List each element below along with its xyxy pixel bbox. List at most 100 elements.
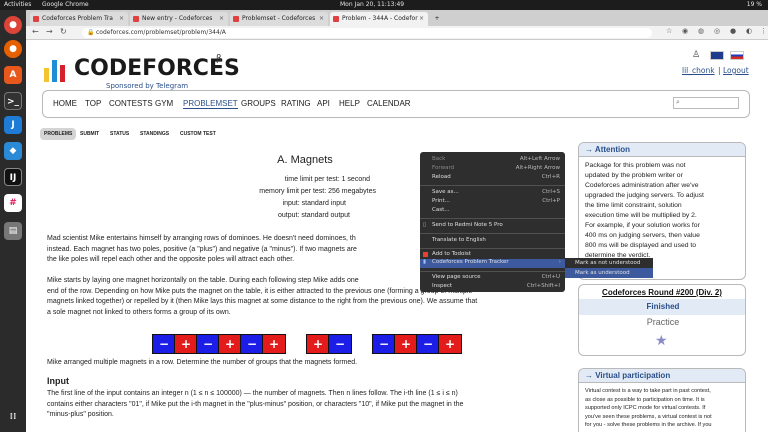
subnav-standings[interactable]: STANDINGS — [140, 128, 169, 140]
menu-home[interactable]: HOME — [53, 99, 77, 108]
round-title-link[interactable]: Codeforces Round #200 (Div. 2) — [579, 285, 745, 297]
tab-problem-344a[interactable]: Problem - 344A - Codefor × — [330, 12, 428, 26]
menu-problemset[interactable]: PROBLEMSET — [183, 99, 238, 109]
text-line: contains either characters "01", if Mike… — [47, 400, 464, 408]
menu-item-codeforces-tracker[interactable]: ▮ Codeforces Problem Tracker › — [420, 259, 565, 268]
close-icon[interactable]: × — [419, 12, 424, 26]
submenu-mark-not-understood[interactable]: Mark as not understood — [565, 258, 653, 268]
menu-groups[interactable]: GROUPS — [241, 99, 276, 108]
username-link[interactable]: lil_chonk — [682, 66, 715, 75]
search-icon: ⌕ — [676, 98, 680, 106]
extension-icon[interactable]: ● — [730, 27, 736, 35]
menu-item-forward[interactable]: Forward Alt+Right Arrow — [432, 165, 560, 171]
menu-top[interactable]: TOP — [85, 99, 101, 108]
menu-item-cast[interactable]: Cast... — [432, 207, 560, 213]
active-app-label[interactable]: Google Chrome — [42, 0, 89, 10]
tab-new-entry[interactable]: New entry - Codeforces × — [130, 12, 228, 26]
logo-wordmark: CODEFORCES — [74, 56, 240, 81]
intellij-icon[interactable]: IJ — [4, 168, 22, 186]
terminal-icon[interactable]: >_ — [4, 92, 22, 110]
text-line: updated by the problem writer or — [585, 172, 683, 179]
menu-contests[interactable]: CONTESTS — [109, 99, 153, 108]
menu-item-reload[interactable]: Reload Ctrl+R — [432, 174, 560, 180]
menu-label: Add to Todoist — [432, 251, 471, 257]
menu-item-back[interactable]: Back Alt+Left Arrow — [432, 156, 560, 162]
close-icon[interactable]: × — [219, 12, 224, 26]
extension-icon[interactable]: ◎ — [714, 27, 720, 35]
new-tab-button[interactable]: + — [430, 12, 444, 26]
attention-body: Package for this problem was not updated… — [579, 157, 745, 265]
practice-link[interactable]: Practice — [579, 317, 745, 327]
submenu-mark-understood[interactable]: Mark as understood — [565, 268, 653, 278]
subnav-custom-test[interactable]: CUSTOM TEST — [180, 128, 216, 140]
text-line: execution time will be multiplied by 2. — [585, 212, 697, 219]
files-icon[interactable]: ▤ — [4, 222, 22, 240]
battery-indicator[interactable]: 19 % — [747, 0, 762, 10]
dock: ● ● A >_ J ◆ IJ # ▤ ⁞⁞ — [0, 10, 26, 432]
todoist-icon — [423, 252, 428, 257]
jupyter-icon[interactable]: J — [4, 116, 22, 134]
search-input[interactable]: ⌕ — [673, 97, 739, 109]
menu-help[interactable]: HELP — [339, 99, 360, 108]
user-avatar-icon[interactable]: ♙ — [692, 50, 700, 60]
english-flag-icon[interactable] — [710, 51, 724, 60]
menu-label: Forward — [432, 165, 455, 171]
magnet-minus-pole: − — [372, 334, 396, 354]
subnav-problems[interactable]: PROBLEMS — [40, 128, 77, 140]
apps-grid-icon[interactable]: ⁞⁞ — [4, 408, 22, 426]
menu-gym[interactable]: GYM — [155, 99, 173, 108]
input-spec: input: standard input — [282, 200, 346, 207]
menu-item-translate[interactable]: Translate to English — [432, 237, 560, 243]
back-icon[interactable]: ← — [32, 27, 39, 36]
star-icon[interactable]: ★ — [655, 333, 668, 349]
tab-label: Problemset - Codeforces — [242, 15, 316, 22]
subnav-submit[interactable]: SUBMIT — [80, 128, 99, 140]
address-toolbar: ← → ↻ 🔒 codeforces.com/problemset/problem… — [26, 26, 768, 40]
tab-problemset[interactable]: Problemset - Codeforces × — [230, 12, 328, 26]
subnav-status[interactable]: STATUS — [110, 128, 129, 140]
text-line: Package for this problem was not — [585, 162, 686, 169]
magnet-plus-pole: + — [262, 334, 286, 354]
extension-icon[interactable]: ◍ — [698, 27, 704, 35]
menu-calendar[interactable]: CALENDAR — [367, 99, 411, 108]
chrome-icon[interactable]: ● — [4, 16, 22, 34]
text-line: for you - solve these problems in the ar… — [585, 422, 712, 428]
text-line: you've seen these problems, a virtual co… — [585, 413, 712, 420]
menu-rating[interactable]: RATING — [281, 99, 311, 108]
tab-codeforces-tracker[interactable]: Codeforces Problem Tra × — [30, 12, 128, 26]
menu-item-add-to-todoist[interactable]: Add to Todoist — [423, 251, 560, 257]
bookmark-star-icon[interactable]: ☆ — [666, 27, 672, 35]
virtual-participation-box: → Virtual participation Virtual contest … — [578, 368, 746, 432]
activities-button[interactable]: Activities — [4, 0, 31, 10]
russian-flag-icon[interactable] — [730, 51, 744, 60]
codeforces-logo[interactable]: CODEFORCES β Sponsored by Telegram — [44, 52, 264, 90]
logo-bar-blue — [52, 60, 57, 82]
url-text: codeforces.com/problemset/problem/344/A — [96, 29, 226, 36]
url-input[interactable]: 🔒 codeforces.com/problemset/problem/344/A — [82, 28, 652, 38]
menu-item-print[interactable]: Print... Ctrl+P — [432, 198, 560, 204]
sponsor-line: Sponsored by Telegram — [106, 82, 189, 90]
slack-icon[interactable]: # — [4, 194, 22, 212]
extension-icon[interactable]: ◉ — [682, 27, 688, 35]
reload-icon[interactable]: ↻ — [60, 27, 67, 36]
menu-item-view-source[interactable]: View page source Ctrl+U — [432, 274, 560, 280]
vscode-icon[interactable]: ◆ — [4, 142, 22, 160]
logo-beta: β — [216, 54, 222, 64]
profile-icon[interactable]: ◐ — [746, 27, 752, 35]
firefox-icon[interactable]: ● — [4, 40, 22, 58]
close-icon[interactable]: × — [319, 12, 324, 26]
software-icon[interactable]: A — [4, 66, 22, 84]
menu-item-save-as[interactable]: Save as... Ctrl+S — [432, 189, 560, 195]
forward-icon[interactable]: → — [46, 27, 53, 36]
menu-item-send-to-device[interactable]: ▯ Send to Redmi Note 5 Pro — [423, 222, 560, 228]
menu-icon[interactable]: ⋮ — [760, 27, 767, 35]
magnet-plus-pole: + — [218, 334, 242, 354]
menu-item-inspect[interactable]: Inspect Ctrl+Shift+I — [432, 283, 560, 289]
text-line: a sole magnet not linked to others forms… — [47, 308, 231, 316]
menu-label: Reload — [432, 174, 451, 180]
user-area: ♙ lil_chonk | Logout — [680, 48, 750, 78]
menu-api[interactable]: API — [317, 99, 330, 108]
close-icon[interactable]: × — [119, 12, 124, 26]
clock[interactable]: Mon Jan 20, 11:13:49 — [340, 0, 404, 10]
logout-link[interactable]: Logout — [723, 66, 749, 75]
